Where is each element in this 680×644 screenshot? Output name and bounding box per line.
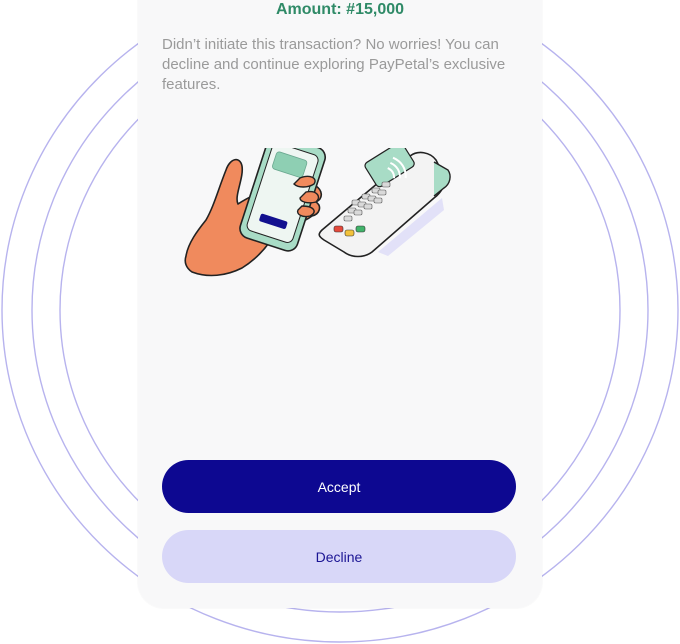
amount-label: Amount: #15,000 <box>275 1 405 18</box>
tap-to-pay-illustration <box>184 148 451 277</box>
hand-holding-phone-icon <box>184 148 327 277</box>
decline-info-text: Didn’t initiate this transaction? No wor… <box>162 36 506 93</box>
confirmation-card: Amount: #15,000 Didn’t initiate this tra… <box>138 0 542 608</box>
pos-terminal-icon <box>318 148 451 258</box>
payment-confirmation-screen: Amount: #15,000 Didn’t initiate this tra… <box>0 0 680 644</box>
decline-button[interactable]: Decline <box>162 530 516 583</box>
accept-button[interactable]: Accept <box>162 460 516 513</box>
